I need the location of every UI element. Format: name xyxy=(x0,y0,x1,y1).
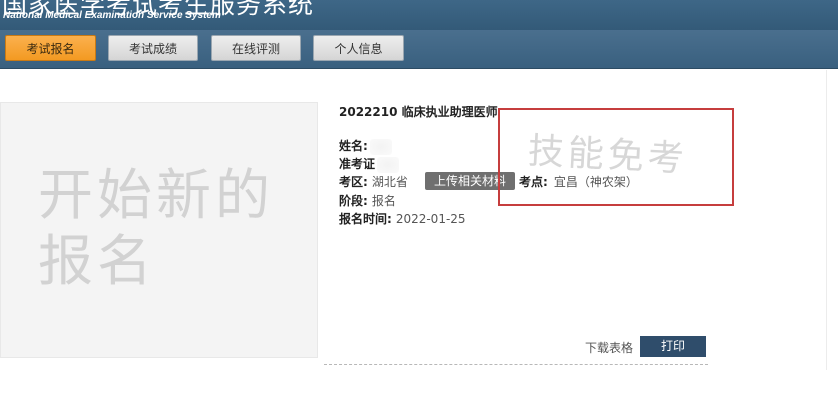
region-row: 考区: 湖北省 xyxy=(339,173,408,190)
new-registration-text[interactable]: 开始新的报名 xyxy=(38,162,278,294)
tab-personal-info[interactable]: 个人信息 xyxy=(313,35,404,61)
region-label: 考区: xyxy=(339,175,368,189)
main-nav: 考试报名 考试成绩 在线评测 个人信息 xyxy=(0,30,838,69)
dashed-divider xyxy=(324,364,708,365)
ticket-row: 准考证 xyxy=(339,155,400,173)
name-value-redacted xyxy=(369,138,392,155)
time-label: 报名时间: xyxy=(339,212,392,226)
registration-title: 2022210 临床执业助理医师 xyxy=(339,105,498,119)
name-label: 姓名: xyxy=(339,139,368,153)
tab-online-assessment[interactable]: 在线评测 xyxy=(211,35,301,61)
stage-value: 报名 xyxy=(371,194,396,208)
region-value: 湖北省 xyxy=(371,175,408,189)
stage-row: 阶段: 报名 xyxy=(339,192,396,209)
tab-exam-scores[interactable]: 考试成绩 xyxy=(108,35,198,61)
stage-label: 阶段: xyxy=(339,194,368,208)
tab-exam-registration[interactable]: 考试报名 xyxy=(5,35,96,61)
site-banner: 国家医学考试考生服务系统 National Medical Examinatio… xyxy=(0,0,838,30)
ticket-value-redacted xyxy=(377,156,400,173)
name-row: 姓名: xyxy=(339,137,392,155)
right-border xyxy=(826,70,827,370)
time-row: 报名时间: 2022-01-25 xyxy=(339,210,466,227)
ticket-label: 准考证 xyxy=(339,157,376,171)
skill-exempt-stamp: 技能免考 xyxy=(526,130,689,181)
time-value: 2022-01-25 xyxy=(395,212,466,226)
download-form-link[interactable]: 下载表格 xyxy=(585,339,633,356)
site-title-en: National Medical Examination Service Sys… xyxy=(3,10,221,21)
print-button[interactable]: 打印 xyxy=(640,336,706,357)
